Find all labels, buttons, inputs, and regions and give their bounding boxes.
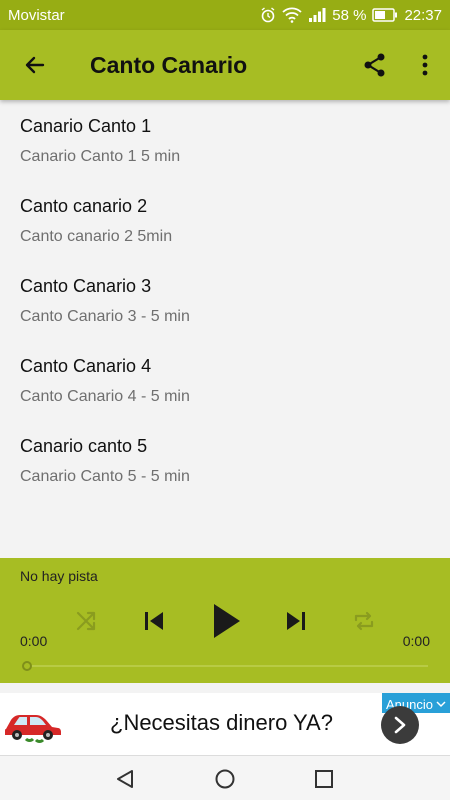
- track-item-2[interactable]: Canto canario 2 Canto canario 2 5min: [0, 180, 450, 260]
- chevron-down-icon: [436, 701, 446, 708]
- repeat-icon: [354, 611, 374, 631]
- previous-icon: [145, 612, 163, 630]
- back-button[interactable]: [0, 30, 70, 100]
- now-playing-label: No hay pista: [20, 568, 98, 584]
- track-subtitle: Canario Canto 5 - 5 min: [20, 468, 190, 485]
- track-title: Canto Canario 4: [20, 356, 152, 376]
- next-button[interactable]: [276, 601, 316, 641]
- elapsed-time: 0:00: [20, 633, 48, 649]
- app-screen: Movistar 58 % 22:37 Canto Canario Canari…: [0, 0, 450, 800]
- signal-icon: [308, 7, 326, 23]
- track-title: Canario canto 5: [20, 436, 148, 456]
- track-subtitle: Canario Canto 1 5 min: [20, 148, 181, 165]
- battery-percent: 58 %: [332, 6, 367, 24]
- shuffle-icon: [76, 611, 96, 631]
- overflow-menu-button[interactable]: [400, 30, 450, 100]
- previous-button[interactable]: [134, 601, 174, 641]
- nav-back-button[interactable]: [95, 756, 155, 800]
- music-player: No hay pista 0:00 0:00: [0, 558, 450, 683]
- shuffle-button[interactable]: [66, 601, 106, 641]
- track-subtitle: Canto canario 2 5min: [20, 228, 173, 245]
- track-item-5[interactable]: Canario canto 5 Canario Canto 5 - 5 min: [0, 420, 450, 500]
- square-recents-icon: [315, 769, 333, 788]
- circle-home-icon: [215, 769, 235, 788]
- nav-recents-button[interactable]: [294, 756, 354, 800]
- seek-track: [30, 665, 428, 667]
- alarm-icon: [260, 7, 276, 23]
- track-title: Canario Canto 1: [20, 116, 152, 136]
- ad-open-button[interactable]: [381, 706, 419, 744]
- ad-banner[interactable]: ¿Necesitas dinero YA? Anuncio: [0, 693, 450, 755]
- repeat-button[interactable]: [344, 601, 384, 641]
- track-list: Canario Canto 1 Canario Canto 1 5 min Ca…: [0, 100, 450, 558]
- share-icon: [364, 53, 385, 77]
- track-subtitle: Canto Canario 3 - 5 min: [20, 308, 190, 325]
- next-icon: [287, 612, 305, 630]
- status-icons: 58 % 22:37: [260, 7, 442, 24]
- seek-bar[interactable]: [22, 661, 428, 671]
- page-title: Canto Canario: [90, 51, 248, 78]
- track-title: Canto Canario 3: [20, 276, 152, 296]
- total-duration: 0:00: [402, 633, 430, 649]
- wifi-icon: [282, 7, 302, 23]
- track-subtitle: Canto Canario 4 - 5 min: [20, 388, 190, 405]
- ad-headline: ¿Necesitas dinero YA?: [110, 710, 333, 735]
- app-toolbar: Canto Canario: [0, 30, 450, 100]
- track-item-1[interactable]: Canario Canto 1 Canario Canto 1 5 min: [0, 100, 450, 180]
- car-icon: [2, 705, 62, 745]
- chevron-right-icon: [394, 716, 406, 734]
- share-button[interactable]: [350, 30, 400, 100]
- play-button[interactable]: [204, 598, 250, 644]
- status-bar: Movistar 58 % 22:37: [0, 0, 450, 30]
- triangle-back-icon: [117, 769, 133, 788]
- track-title: Canto canario 2: [20, 196, 148, 216]
- track-item-4[interactable]: Canto Canario 4 Canto Canario 4 - 5 min: [0, 340, 450, 420]
- nav-home-button[interactable]: [195, 756, 255, 800]
- seek-thumb[interactable]: [22, 661, 32, 671]
- carrier-name: Movistar: [8, 6, 65, 24]
- clock-time: 22:37: [404, 6, 442, 24]
- more-vertical-icon: [422, 54, 428, 76]
- track-item-3[interactable]: Canto Canario 3 Canto Canario 3 - 5 min: [0, 260, 450, 340]
- battery-icon: [372, 8, 398, 22]
- arrow-left-icon: [25, 56, 45, 74]
- system-nav-bar: [0, 755, 450, 800]
- play-icon: [214, 604, 240, 638]
